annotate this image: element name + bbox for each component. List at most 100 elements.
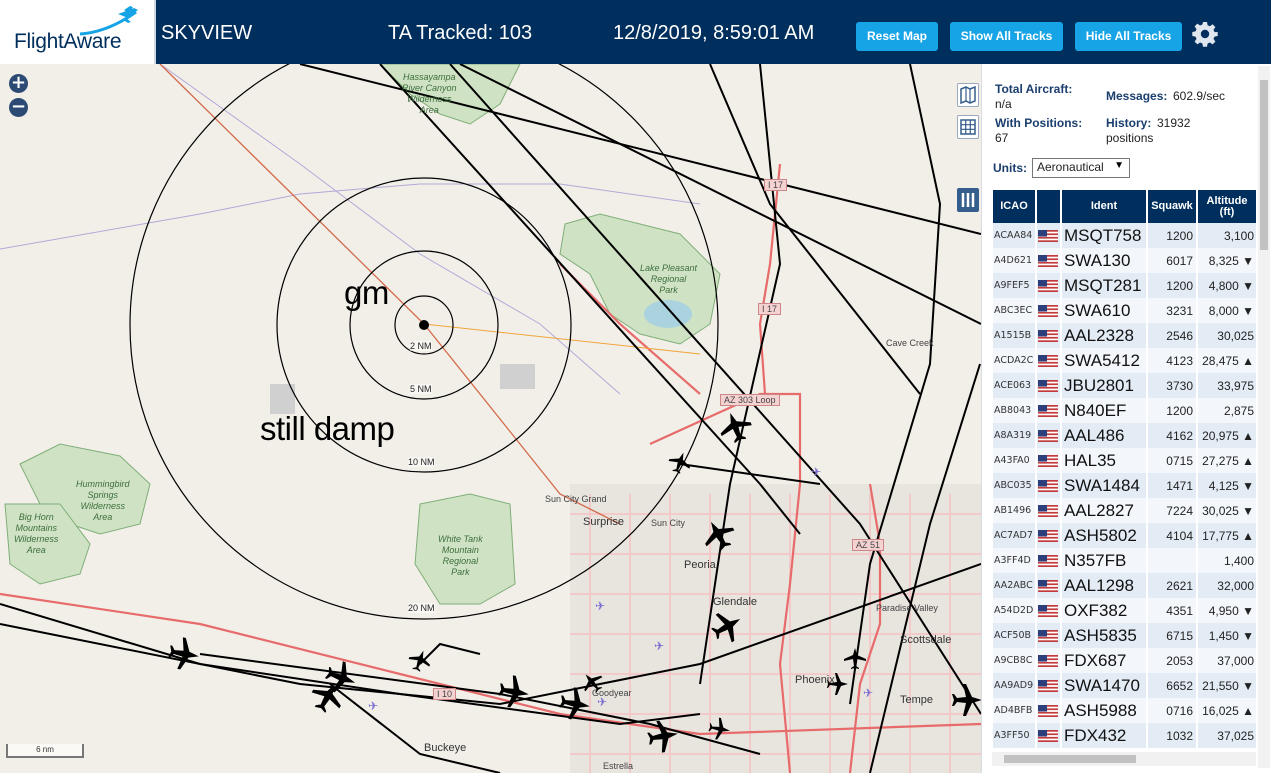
table-row[interactable]: ACE063 JBU2801 3730 33,975 <box>993 373 1257 398</box>
icao-cell: ACE063 <box>993 373 1037 398</box>
tracked-count: TA Tracked: 103 <box>388 22 533 44</box>
map-canvas[interactable]: ✈✈✈✈ ✈✈ <box>0 64 981 773</box>
altitude-value: 33,975 <box>1217 378 1254 393</box>
altitude-cell: 2,875 <box>1197 398 1257 423</box>
scrollbar-thumb[interactable] <box>1260 80 1268 250</box>
zoom-in-button[interactable]: + <box>9 74 28 93</box>
road-shield: I 17 <box>758 303 782 315</box>
table-row[interactable]: AA9AD9 SWA1470 6652 21,550 ▼ <box>993 673 1257 698</box>
altitude-cell: 4,800 ▼ <box>1197 273 1257 298</box>
squawk-cell: 4162 <box>1147 423 1198 448</box>
altitude-cell: 32,000 <box>1197 573 1257 598</box>
flightaware-logo[interactable]: FlightAware <box>0 0 156 64</box>
clock-datetime: 12/8/2019, 8:59:01 AM <box>613 22 815 44</box>
table-row[interactable]: A4D621 SWA130 6017 8,325 ▼ <box>993 248 1257 273</box>
us-flag-icon <box>1038 229 1058 242</box>
vertical-scrollbar[interactable] <box>1258 66 1270 768</box>
us-flag-icon <box>1038 679 1058 692</box>
dropdown-arrow-icon: ▼ <box>1114 160 1124 171</box>
altitude-value: 1,400 <box>1223 553 1254 568</box>
ident-cell: OXF382 <box>1061 598 1148 623</box>
altitude-cell: 20,975 ▲ <box>1197 423 1257 448</box>
icao-cell: A9FEF5 <box>993 273 1037 298</box>
range-grid-button[interactable] <box>957 115 979 139</box>
city-label: Scottsdale <box>900 634 952 646</box>
toggle-columns-button[interactable] <box>957 188 979 212</box>
horizontal-scrollbar[interactable] <box>992 752 1256 766</box>
flag-cell <box>1036 723 1062 748</box>
place-label: Big Horn Mountains Wilderness Area <box>14 512 59 555</box>
gear-icon[interactable] <box>1192 21 1218 47</box>
table-row[interactable]: A54D2D OXF382 4351 4,950 ▼ <box>993 598 1257 623</box>
table-row[interactable]: ACF50B ASH5835 6715 1,450 ▼ <box>993 623 1257 648</box>
us-flag-icon <box>1038 729 1058 742</box>
altitude-value: 8,000 <box>1208 303 1239 318</box>
table-row[interactable]: AB1496 AAL2827 7224 30,025 ▼ <box>993 498 1257 523</box>
aircraft-table-container[interactable]: ICAO Ident Squawk Altitude (ft) ACAA84 MS… <box>993 190 1257 754</box>
table-row[interactable]: AD4BFB ASH5988 0716 16,025 ▲ <box>993 698 1257 723</box>
zoom-out-button[interactable]: − <box>9 98 28 117</box>
city-label: Surprise <box>583 516 624 528</box>
squawk-cell: 7224 <box>1147 498 1198 523</box>
flag-cell <box>1036 373 1062 398</box>
map-layers-button[interactable] <box>957 83 979 107</box>
table-row[interactable]: A43FA0 HAL35 0715 27,275 ▲ <box>993 448 1257 473</box>
table-row[interactable]: A1515B AAL2328 2546 30,025 <box>993 323 1257 348</box>
map-icon <box>960 85 976 105</box>
icao-cell: A54D2D <box>993 598 1037 623</box>
altitude-cell: 30,025 ▼ <box>1197 498 1257 523</box>
road-shield: AZ 51 <box>852 539 885 551</box>
altitude-cell: 4,125 ▼ <box>1197 473 1257 498</box>
icao-cell: A43FA0 <box>993 448 1037 473</box>
table-row[interactable]: A9FEF5 MSQT281 1200 4,800 ▼ <box>993 273 1257 298</box>
flag-cell <box>1036 223 1062 248</box>
column-header-squawk[interactable]: Squawk <box>1147 190 1198 223</box>
city-label: Glendale <box>713 596 758 608</box>
table-row[interactable]: A3FF50 FDX432 1032 37,025 <box>993 723 1257 748</box>
map-view[interactable]: ✈ ✈ ✈ ✈ ✈ ✈ Hassayampa River Canyon Wilderness A… <box>0 64 981 773</box>
hide-all-tracks-button[interactable]: Hide All Tracks <box>1075 22 1182 51</box>
altitude-cell: 33,975 <box>1197 373 1257 398</box>
table-row[interactable]: AB8043 N840EF 1200 2,875 <box>993 398 1257 423</box>
scrollbar-thumb[interactable] <box>1004 755 1136 763</box>
ident-cell: MSQT281 <box>1061 273 1148 298</box>
units-select[interactable]: Aeronautical ▼ <box>1032 158 1130 178</box>
show-all-tracks-button[interactable]: Show All Tracks <box>950 22 1063 51</box>
table-row[interactable]: A3FF4D N357FB 1,400 <box>993 548 1257 573</box>
range-ring-label: 10 NM <box>408 457 435 467</box>
flag-cell <box>1036 323 1062 348</box>
altitude-trend-icon: ▲ <box>1242 528 1254 543</box>
table-row[interactable]: ABC3EC SWA610 3231 8,000 ▼ <box>993 298 1257 323</box>
flag-cell <box>1036 348 1062 373</box>
flag-cell <box>1036 398 1062 423</box>
altitude-value: 27,275 <box>1202 453 1239 468</box>
ident-cell: ASH5802 <box>1061 523 1148 548</box>
squawk-cell: 3231 <box>1147 298 1198 323</box>
us-flag-icon <box>1038 254 1058 267</box>
us-flag-icon <box>1038 704 1058 717</box>
column-header-altitude[interactable]: Altitude (ft) <box>1197 190 1257 223</box>
squawk-cell: 4104 <box>1147 523 1198 548</box>
flag-cell <box>1036 248 1062 273</box>
altitude-cell: 17,775 ▲ <box>1197 523 1257 548</box>
reset-map-button[interactable]: Reset Map <box>856 22 938 51</box>
table-row[interactable]: AC7AD7 ASH5802 4104 17,775 ▲ <box>993 523 1257 548</box>
table-row[interactable]: A9CB8C FDX687 2053 37,000 <box>993 648 1257 673</box>
table-row[interactable]: ACAA84 MSQT758 1200 3,100 <box>993 223 1257 248</box>
svg-text:✈: ✈ <box>654 639 664 653</box>
table-row[interactable]: ABC035 SWA1484 1471 4,125 ▼ <box>993 473 1257 498</box>
altitude-cell: 4,950 ▼ <box>1197 598 1257 623</box>
column-header-ident[interactable]: Ident <box>1061 190 1148 223</box>
column-header-flag[interactable] <box>1036 190 1062 223</box>
icao-cell: ACDA2C <box>993 348 1037 373</box>
altitude-trend-icon: ▲ <box>1242 453 1254 468</box>
column-header-icao[interactable]: ICAO <box>993 190 1037 223</box>
table-row[interactable]: A8A319 AAL486 4162 20,975 ▲ <box>993 423 1257 448</box>
table-row[interactable]: ACDA2C SWA5412 4123 28,475 ▲ <box>993 348 1257 373</box>
table-row[interactable]: AA2ABC AAL1298 2621 32,000 <box>993 573 1257 598</box>
icao-cell: A3FF4D <box>993 548 1037 573</box>
flag-cell <box>1036 673 1062 698</box>
icao-cell: A3FF50 <box>993 723 1037 748</box>
total-aircraft-label: Total Aircraft: <box>995 82 1073 96</box>
flag-cell <box>1036 623 1062 648</box>
